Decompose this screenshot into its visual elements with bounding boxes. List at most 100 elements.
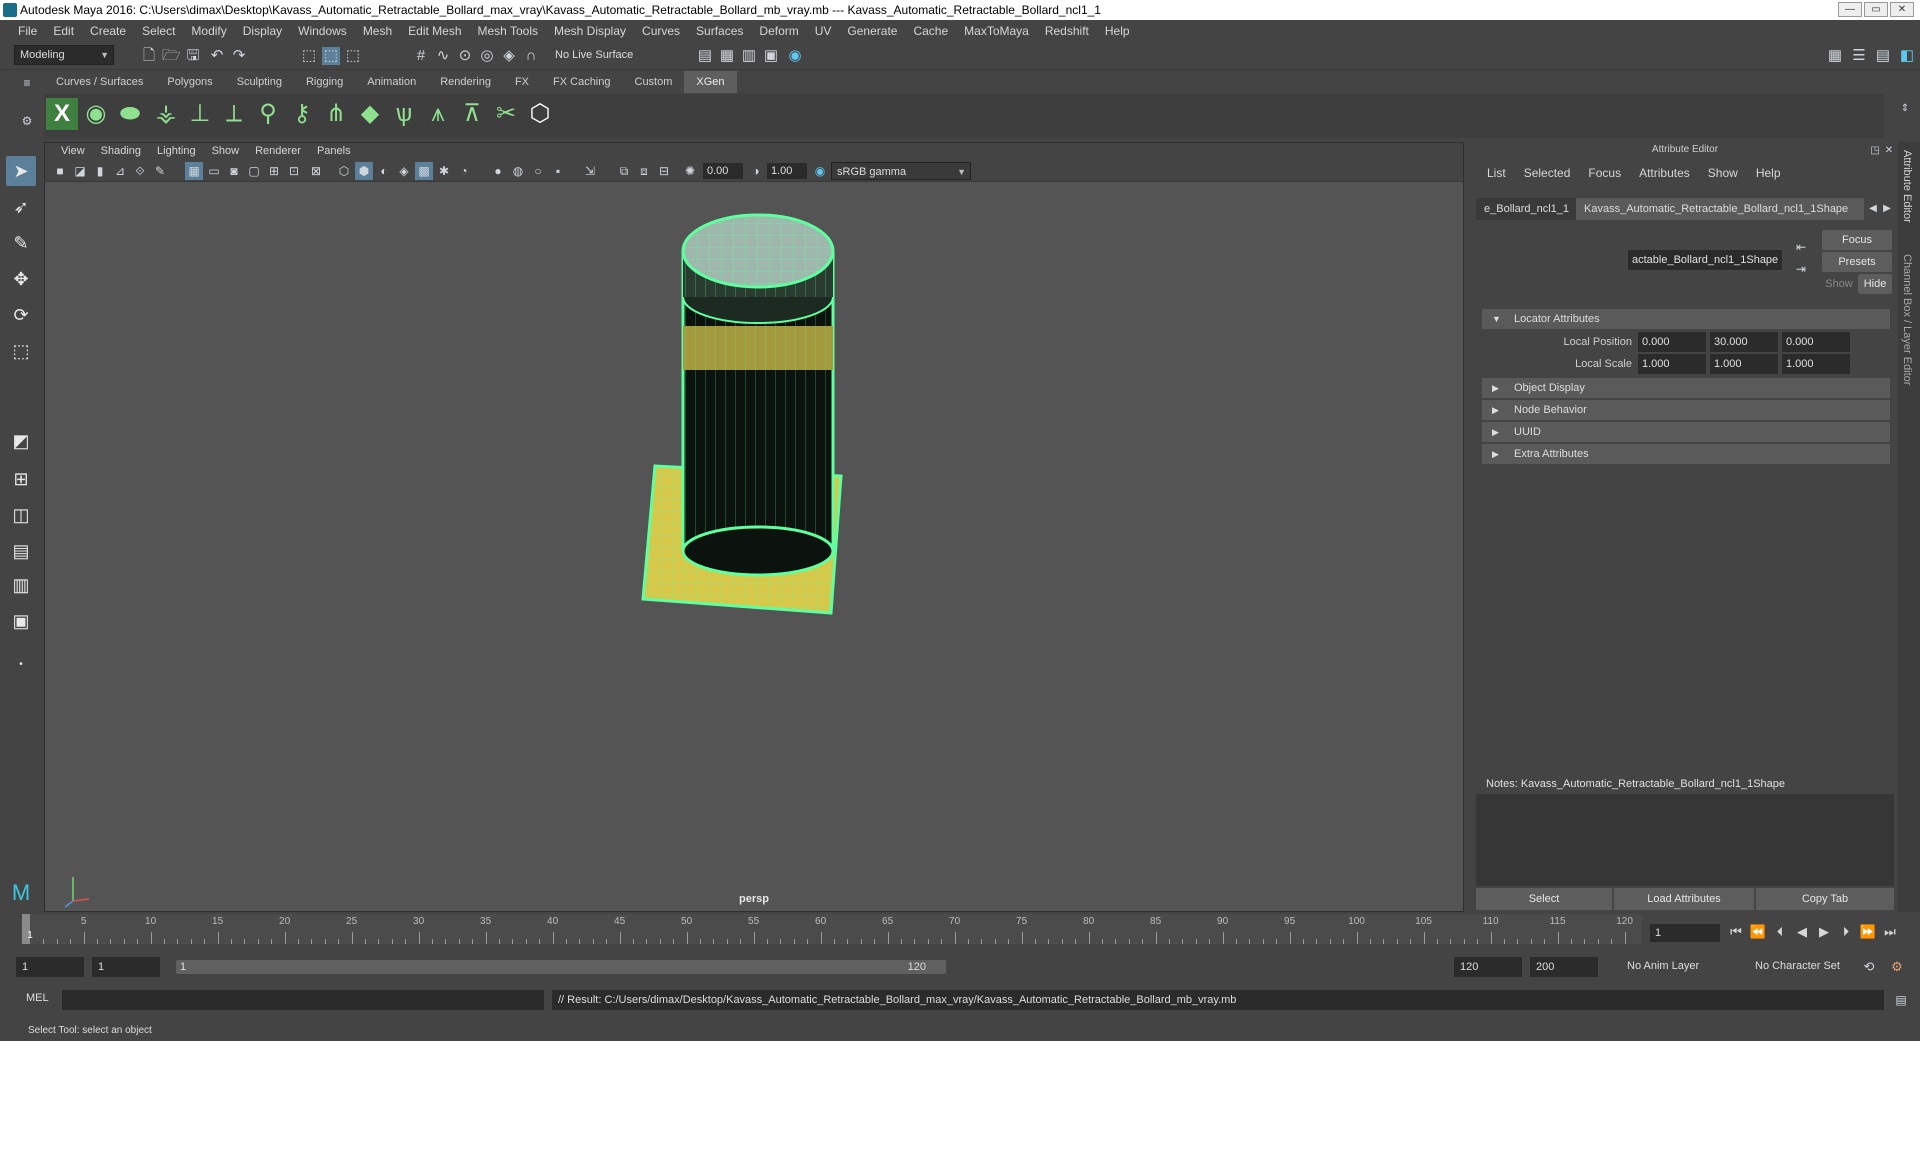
menu-select[interactable]: Select <box>134 24 183 38</box>
move-tool-icon[interactable]: ✥ <box>6 264 36 294</box>
new-scene-icon[interactable]: 🗋 <box>140 47 158 65</box>
vp-menu-panels[interactable]: Panels <box>309 143 359 160</box>
script-editor-icon[interactable]: ▤ <box>1892 991 1910 1009</box>
grease-pencil-icon[interactable]: ✎ <box>151 162 169 180</box>
snap-curve-icon[interactable]: ∿ <box>434 47 452 65</box>
gate-mask-icon[interactable]: ▢ <box>245 162 263 180</box>
local-scale-x[interactable]: 1.000 <box>1638 354 1706 374</box>
side-tab-channel-box[interactable]: Channel Box / Layer Editor <box>1901 254 1913 385</box>
section-node-behavior[interactable]: ▶ Node Behavior <box>1482 400 1890 420</box>
range-slider[interactable]: 1 120 <box>176 960 946 974</box>
mode-dropdown[interactable]: Modeling ▼ <box>14 45 114 65</box>
menu-create[interactable]: Create <box>82 24 134 38</box>
go-to-input-icon[interactable]: ⇤ <box>1792 238 1810 256</box>
2d-pan-zoom-icon[interactable]: ⟐ <box>131 162 149 180</box>
xgen-layers-icon[interactable]: ◆ <box>354 98 386 130</box>
color-management-icon[interactable]: ◉ <box>811 162 829 180</box>
go-to-end-icon[interactable]: ⏭ <box>1880 922 1900 942</box>
show-button[interactable]: Show <box>1822 274 1856 294</box>
go-to-start-icon[interactable]: ⏮ <box>1726 922 1746 942</box>
local-position-z[interactable]: 0.000 <box>1782 332 1850 352</box>
four-pane-icon[interactable]: ⊞ <box>6 464 36 494</box>
snap-magnet-icon[interactable]: ∩ <box>522 47 540 65</box>
local-position-y[interactable]: 30.000 <box>1710 332 1778 352</box>
paint-select-icon[interactable]: ✎ <box>6 228 36 258</box>
shelf-tab-rigging[interactable]: Rigging <box>294 71 355 93</box>
section-extra-attributes[interactable]: ▶ Extra Attributes <box>1482 444 1890 464</box>
color-space-dropdown[interactable]: sRGB gamma ▼ <box>831 162 971 180</box>
section-locator-attributes[interactable]: ▼ Locator Attributes <box>1482 309 1890 329</box>
shelf-tab-rendering[interactable]: Rendering <box>428 71 503 93</box>
menu-edit-mesh[interactable]: Edit Mesh <box>400 24 469 38</box>
hypershade-icon[interactable]: ◉ <box>786 47 804 65</box>
menu-redshift[interactable]: Redshift <box>1037 24 1097 38</box>
undo-icon[interactable]: ↶ <box>208 47 226 65</box>
wireframe-on-shaded-icon[interactable]: ◈ <box>395 162 413 180</box>
render-frame-icon[interactable]: ▥ <box>740 47 758 65</box>
ambient-occlusion-icon[interactable]: ● <box>489 162 507 180</box>
shelf-tab-sculpting[interactable]: Sculpting <box>225 71 294 93</box>
field-chart-icon[interactable]: ⊞ <box>265 162 283 180</box>
scale-tool-icon[interactable]: ⬚ <box>6 336 36 366</box>
xgen-brush-icon[interactable]: ⊼ <box>456 98 488 130</box>
lasso-tool-icon[interactable]: ➶ <box>6 192 36 222</box>
presets-button[interactable]: Presets <box>1822 252 1892 272</box>
gamma-field[interactable]: 1.00 <box>767 163 807 179</box>
step-back-frame-icon[interactable]: ⏪ <box>1748 922 1768 942</box>
command-input[interactable] <box>62 990 544 1010</box>
bollard-model[interactable] <box>625 211 885 631</box>
close-button[interactable]: ✕ <box>1890 2 1914 17</box>
play-forwards-icon[interactable]: ▶ <box>1814 922 1834 942</box>
menu-edit[interactable]: Edit <box>45 24 82 38</box>
snap-view-icon[interactable]: ◎ <box>478 47 496 65</box>
ipr-render-icon[interactable]: ▣ <box>762 47 780 65</box>
menu-help[interactable]: Help <box>1097 24 1138 38</box>
shelf-scroll-icon[interactable]: ⇕ <box>1896 100 1914 118</box>
menu-mesh-tools[interactable]: Mesh Tools <box>470 24 546 38</box>
vp-menu-lighting[interactable]: Lighting <box>149 143 204 160</box>
close-panel-icon[interactable]: ✕ <box>1880 142 1898 160</box>
snap-grid-icon[interactable]: # <box>412 47 430 65</box>
auto-key-icon[interactable]: ⟲ <box>1860 958 1878 976</box>
smooth-shade-icon[interactable]: ⬢ <box>355 162 373 180</box>
shelf-tab-custom[interactable]: Custom <box>623 71 685 93</box>
attribute-editor-icon[interactable]: ◧ <box>1898 47 1916 65</box>
ae-menu-help[interactable]: Help <box>1747 164 1790 182</box>
step-forward-frame-icon[interactable]: ⏩ <box>1858 922 1878 942</box>
step-forward-key-icon[interactable]: ⏵ <box>1836 922 1856 942</box>
image-plane-icon[interactable]: ⊿ <box>111 162 129 180</box>
resolution-gate-icon[interactable]: ◙ <box>225 162 243 180</box>
xray-components-icon[interactable]: ⊟ <box>655 162 673 180</box>
vp-menu-shading[interactable]: Shading <box>93 143 149 160</box>
shelf-tab-animation[interactable]: Animation <box>355 71 428 93</box>
play-backwards-icon[interactable]: ◀ <box>1792 922 1812 942</box>
copy-tab-button[interactable]: Copy Tab <box>1756 888 1894 910</box>
xgen-add-guide-icon[interactable]: ⊥ <box>184 98 216 130</box>
menu-maxtomaya[interactable]: MaxToMaya <box>956 24 1037 38</box>
tab-shape-node[interactable]: Kavass_Automatic_Retractable_Bollard_ncl… <box>1576 198 1864 220</box>
channel-box-icon[interactable]: ▤ <box>1874 47 1892 65</box>
default-material-icon[interactable]: ◐ <box>375 162 393 180</box>
shelf-menu-icon[interactable]: ≡ <box>18 74 36 92</box>
shelf-settings-icon[interactable]: ⚙ <box>18 112 36 130</box>
xray-icon[interactable]: ⧉ <box>615 162 633 180</box>
animation-start-field[interactable]: 1 <box>16 957 84 977</box>
xgen-lock-guide-icon[interactable]: ⚷ <box>286 98 318 130</box>
ae-menu-selected[interactable]: Selected <box>1515 164 1580 182</box>
isolate-select-icon[interactable]: ⇲ <box>581 162 599 180</box>
time-slider[interactable]: 1 5 10 15 20 25 30 35 40 45 50 55 60 65 70 75 80 85 90 95 1… <box>22 914 1642 944</box>
side-tab-attribute-editor[interactable]: Attribute Editor <box>1901 150 1913 223</box>
textured-icon[interactable]: ▩ <box>415 162 433 180</box>
tab-scroll-right-icon[interactable]: ▶ <box>1878 200 1896 218</box>
menu-mesh-display[interactable]: Mesh Display <box>546 24 634 38</box>
animation-preferences-icon[interactable]: ⚙ <box>1888 958 1906 976</box>
hypershade-layout-icon[interactable]: ▣ <box>6 606 36 636</box>
bookmark-icon[interactable]: ▮ <box>91 162 109 180</box>
section-object-display[interactable]: ▶ Object Display <box>1482 378 1890 398</box>
menu-modify[interactable]: Modify <box>183 24 234 38</box>
xray-joints-icon[interactable]: ⧈ <box>635 162 653 180</box>
menu-curves[interactable]: Curves <box>634 24 688 38</box>
vp-menu-renderer[interactable]: Renderer <box>247 143 309 160</box>
locator-name-field[interactable]: actable_Bollard_ncl1_1Shape <box>1628 250 1782 270</box>
depth-of-field-icon[interactable]: ▪ <box>549 162 567 180</box>
